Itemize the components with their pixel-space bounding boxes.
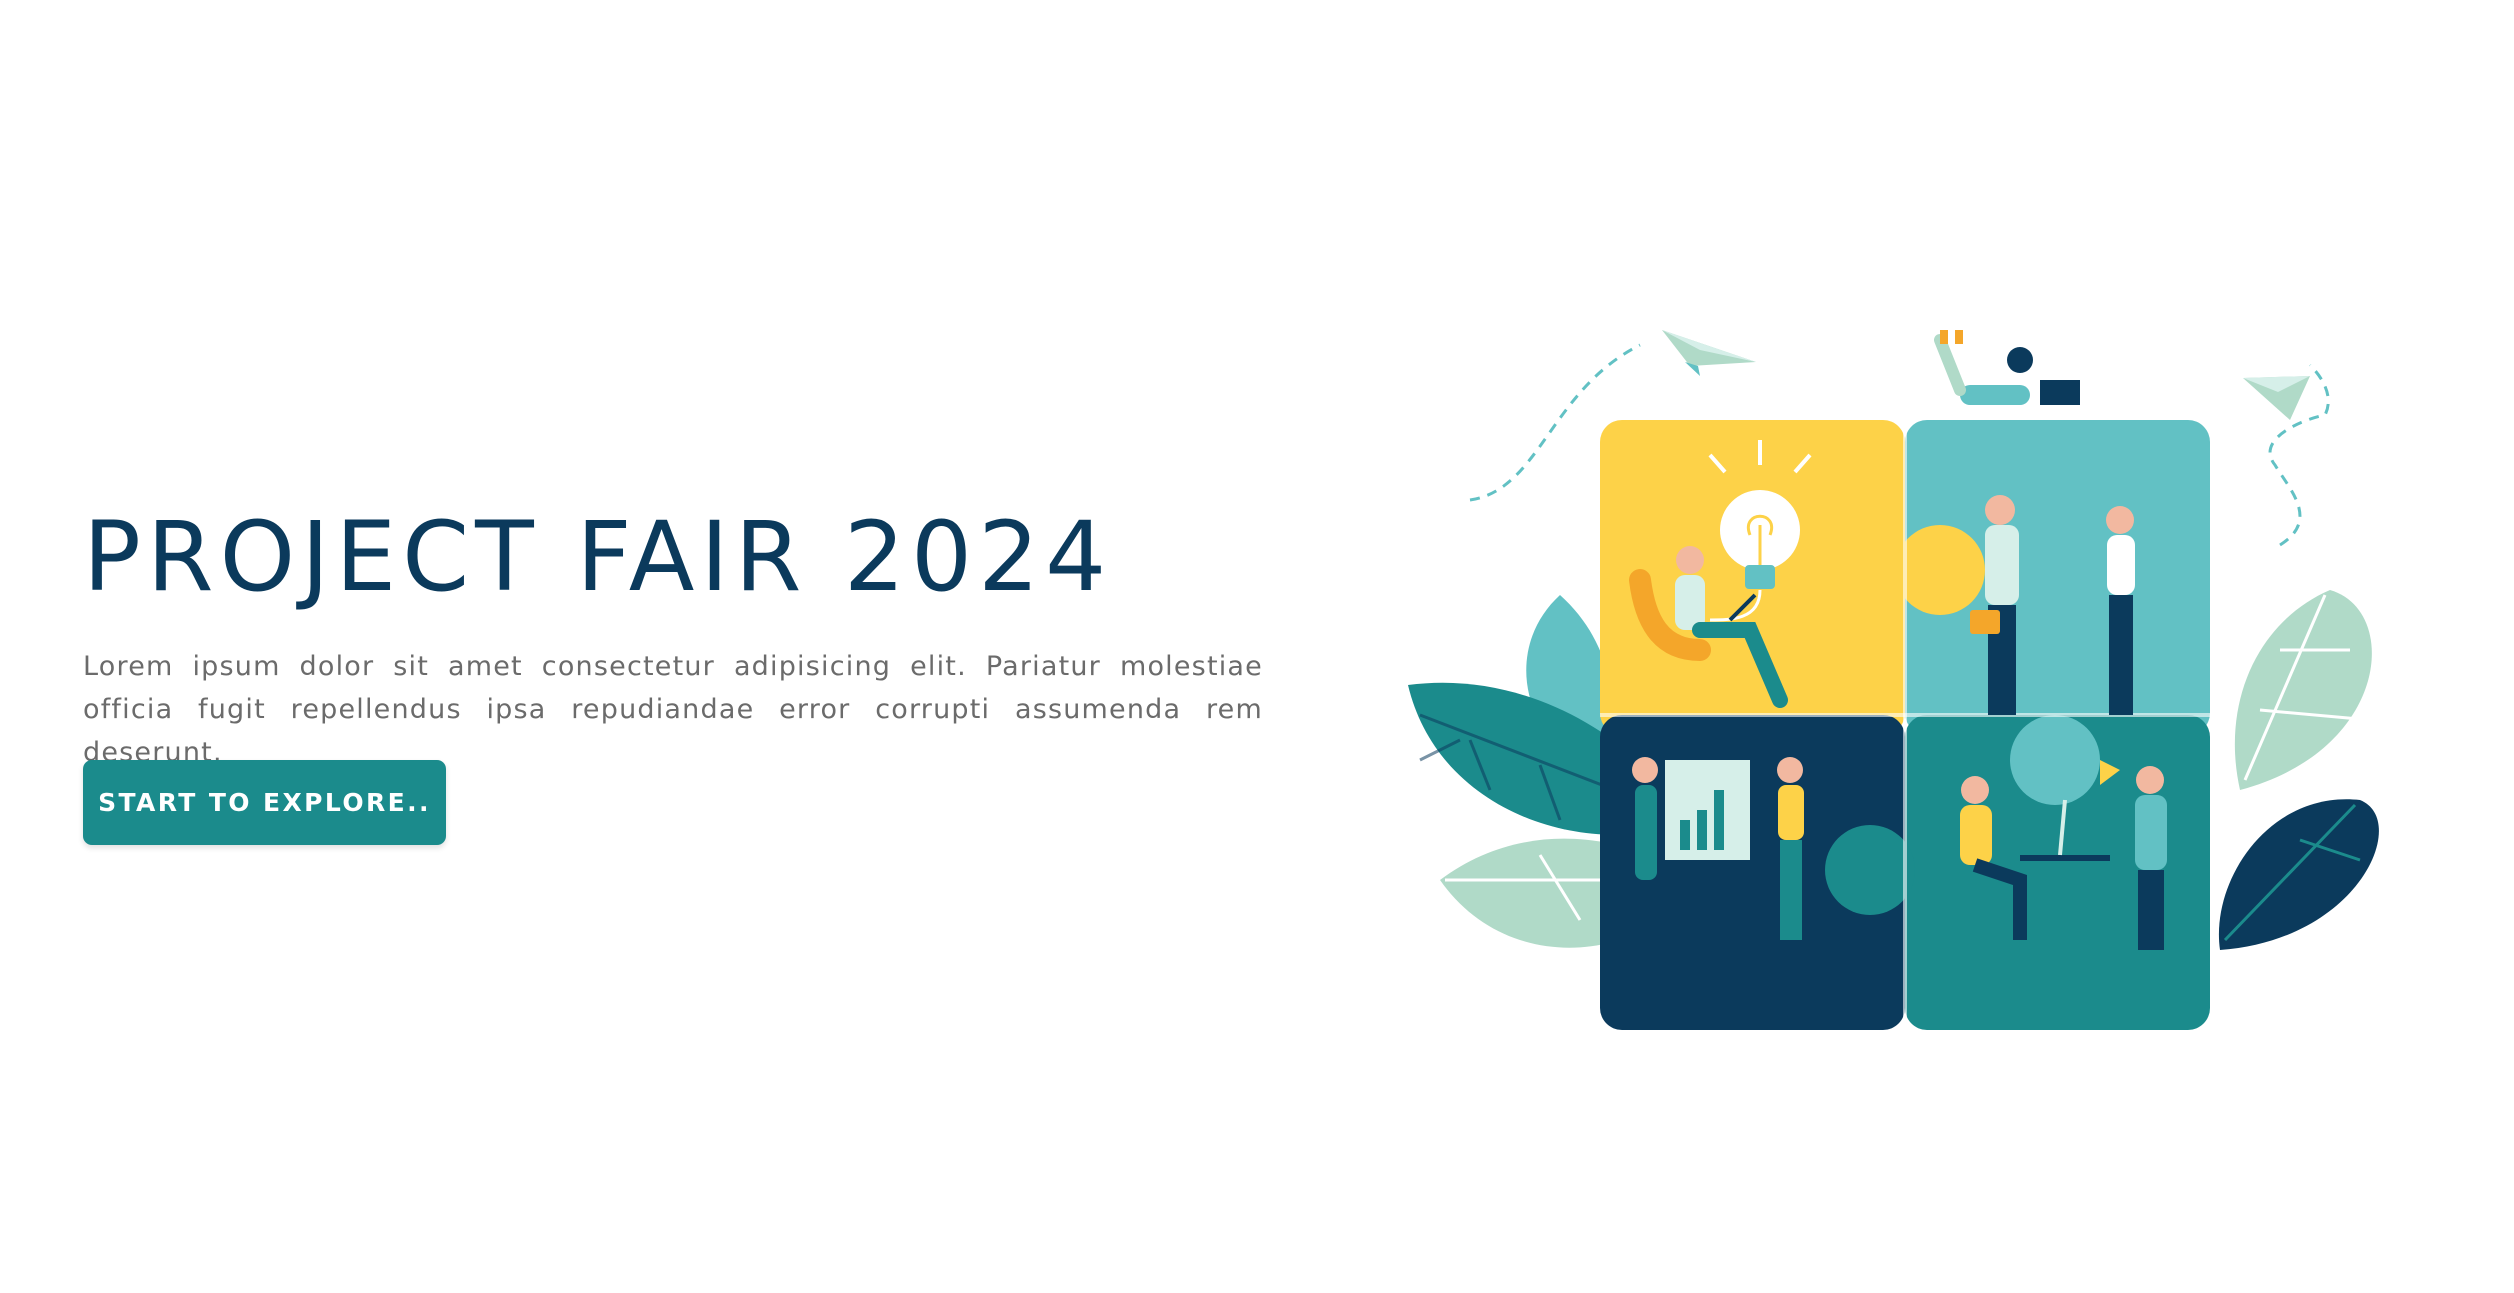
teamwork-puzzle-illustration-icon xyxy=(1408,330,2379,1030)
hero-description: Lorem ipsum dolor sit amet consectetur a… xyxy=(83,650,1263,768)
paper-plane-right-icon xyxy=(2243,363,2330,547)
hero-text-block: PROJECT FAIR 2024 Lorem ipsum dolor sit … xyxy=(83,501,1263,774)
start-to-explore-button[interactable]: START TO EXPLORE.. xyxy=(83,760,446,845)
person-lying-laptop-icon xyxy=(1934,330,2080,405)
hero-section: PROJECT FAIR 2024 Lorem ipsum dolor sit … xyxy=(0,0,2514,1293)
page-title: PROJECT FAIR 2024 xyxy=(83,501,1113,613)
leaf-right-cluster-icon xyxy=(2218,590,2379,950)
